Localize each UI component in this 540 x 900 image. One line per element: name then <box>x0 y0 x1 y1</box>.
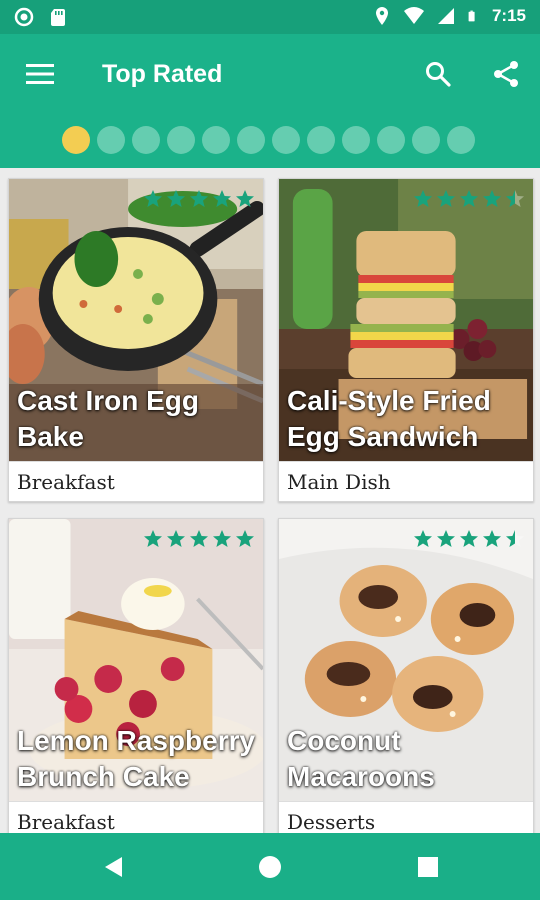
star-icon <box>144 190 162 207</box>
recipe-title: Cast Iron Egg Bake <box>17 383 259 455</box>
system-nav-bar <box>0 833 540 900</box>
recipe-title-line: Cali-Style Fried <box>287 385 491 416</box>
recents-icon <box>418 857 438 877</box>
recipe-title-line: Bake <box>17 421 84 452</box>
page-dot[interactable] <box>412 126 440 154</box>
star-icon <box>190 530 208 547</box>
star-icon <box>236 530 254 547</box>
record-icon <box>14 7 34 27</box>
back-icon <box>105 857 122 877</box>
star-icon <box>167 190 185 207</box>
search-button[interactable] <box>420 56 456 92</box>
share-button[interactable] <box>488 56 524 92</box>
sd-card-icon <box>51 9 65 26</box>
hamburger-menu-icon <box>26 64 54 84</box>
recipe-title-line: Cast Iron Egg <box>17 385 200 416</box>
recipe-card[interactable]: Lemon Raspberry Brunch Cake Breakfast <box>8 518 264 842</box>
recipe-title: Lemon Raspberry Brunch Cake <box>17 723 259 795</box>
page-dot[interactable] <box>237 126 265 154</box>
rating-stars <box>143 529 255 549</box>
star-icon <box>213 530 231 547</box>
star-icon <box>437 190 455 207</box>
page-dot[interactable] <box>447 126 475 154</box>
star-icon <box>506 530 524 547</box>
recipe-title-line: Lemon Raspberry <box>17 725 256 756</box>
page-dot[interactable] <box>202 126 230 154</box>
star-icon <box>414 530 432 547</box>
page-dot[interactable] <box>167 126 195 154</box>
recipe-card[interactable]: Coconut Macaroons Desserts <box>278 518 534 842</box>
star-icon <box>483 190 501 207</box>
recipe-title-line: Brunch Cake <box>17 761 190 792</box>
recipe-title-line: Egg Sandwich <box>287 421 479 452</box>
star-icon <box>460 190 478 207</box>
recents-button[interactable] <box>412 851 444 883</box>
star-icon <box>167 530 185 547</box>
star-icon <box>190 190 208 207</box>
recipe-photo: Cali-Style Fried Egg Sandwich <box>279 179 533 461</box>
star-icon <box>460 530 478 547</box>
status-time: 7:15 <box>491 6 526 25</box>
recipe-title-line: Coconut <box>287 725 401 756</box>
back-button[interactable] <box>98 851 130 883</box>
recipe-photo: Lemon Raspberry Brunch Cake <box>9 519 263 801</box>
recipe-card[interactable]: Cast Iron Egg Bake Breakfast <box>8 178 264 502</box>
recipe-category: Breakfast <box>9 461 263 501</box>
recipe-category: Main Dish <box>279 461 533 501</box>
page-dot[interactable] <box>342 126 370 154</box>
wifi-icon <box>403 7 424 24</box>
location-icon <box>375 7 388 25</box>
recipe-grid: Cast Iron Egg Bake Breakfast Cali-Style … <box>0 168 540 842</box>
page-title: Top Rated <box>102 60 223 88</box>
share-icon <box>494 61 518 87</box>
battery-icon <box>468 10 475 22</box>
rating-stars <box>413 189 525 209</box>
status-bar: 7:15 <box>0 0 540 34</box>
star-icon <box>414 190 432 207</box>
star-icon <box>437 530 455 547</box>
recipe-photo: Cast Iron Egg Bake <box>9 179 263 461</box>
page-dot[interactable] <box>62 126 90 154</box>
page-dot[interactable] <box>377 126 405 154</box>
recipe-card[interactable]: Cali-Style Fried Egg Sandwich Main Dish <box>278 178 534 502</box>
signal-icon <box>437 8 454 24</box>
home-icon <box>259 856 281 878</box>
rating-stars <box>413 529 525 549</box>
star-icon <box>213 190 231 207</box>
page-dot[interactable] <box>272 126 300 154</box>
star-icon <box>506 190 524 207</box>
menu-button[interactable] <box>22 56 58 92</box>
star-icon <box>236 190 254 207</box>
star-icon <box>483 530 501 547</box>
page-dot[interactable] <box>97 126 125 154</box>
page-indicator <box>62 126 475 154</box>
star-icon <box>144 530 162 547</box>
page-dot[interactable] <box>307 126 335 154</box>
recipe-title: Cali-Style Fried Egg Sandwich <box>287 383 529 455</box>
home-button[interactable] <box>254 851 286 883</box>
page-dot[interactable] <box>132 126 160 154</box>
recipe-photo: Coconut Macaroons <box>279 519 533 801</box>
recipe-title: Coconut Macaroons <box>287 723 529 795</box>
app-bar: Top Rated <box>0 34 540 168</box>
search-icon <box>426 62 451 87</box>
rating-stars <box>143 189 255 209</box>
recipe-title-line: Macaroons <box>287 761 435 792</box>
